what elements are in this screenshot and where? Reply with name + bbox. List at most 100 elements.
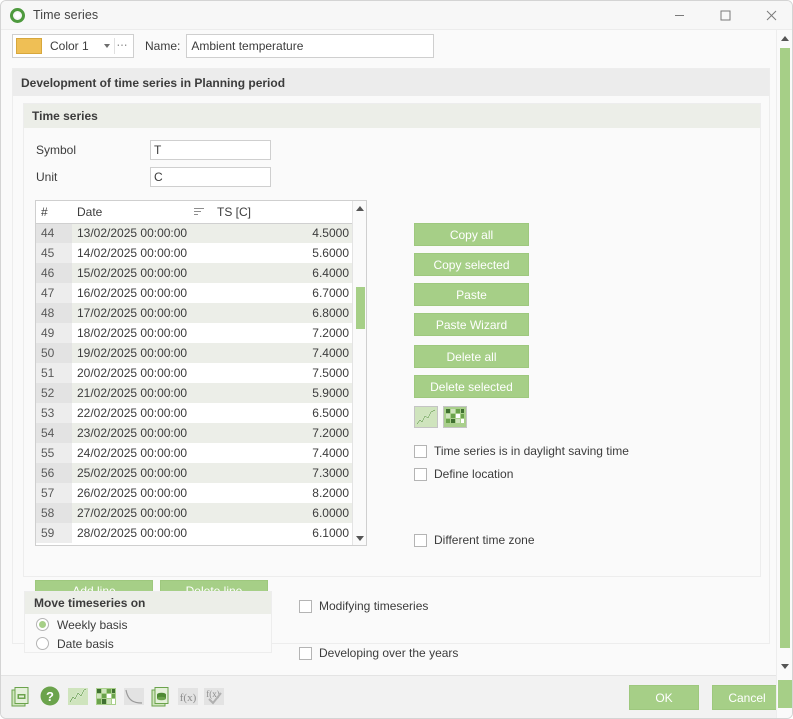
cell-value[interactable]: 7.2000 — [212, 323, 354, 343]
table-row[interactable]: 48 17/02/2025 00:00:00 6.8000 — [36, 303, 354, 323]
table-scrollbar-thumb[interactable] — [356, 287, 365, 329]
cell-value[interactable]: 7.4000 — [212, 343, 354, 363]
different-time-zone-checkbox[interactable] — [414, 533, 427, 547]
cell-date[interactable]: 25/02/2025 00:00:00 — [72, 463, 212, 483]
table-row[interactable]: 46 15/02/2025 00:00:00 6.4000 — [36, 263, 354, 283]
cell-value[interactable]: 7.4000 — [212, 443, 354, 463]
cell-date[interactable]: 19/02/2025 00:00:00 — [72, 343, 212, 363]
column-header-value[interactable]: TS [C] — [212, 201, 354, 224]
heatmap-icon[interactable] — [443, 406, 467, 428]
cancel-button[interactable]: Cancel — [712, 685, 782, 710]
line-chart-icon[interactable] — [67, 685, 89, 707]
timeseries-table-container[interactable]: # Date TS [C] 44 13/02/2025 00:00:00 4.500… — [35, 200, 367, 546]
timeseries-group-title: Time series — [24, 104, 760, 128]
weekly-basis-radio-row[interactable]: Weekly basis — [25, 616, 271, 633]
cell-value[interactable]: 5.9000 — [212, 383, 354, 403]
cell-date[interactable]: 27/02/2025 00:00:00 — [72, 503, 212, 523]
cell-value[interactable]: 6.1000 — [212, 523, 354, 543]
table-row[interactable]: 51 20/02/2025 00:00:00 7.5000 — [36, 363, 354, 383]
copy-all-button[interactable]: Copy all — [414, 223, 529, 246]
ok-button[interactable]: OK — [629, 685, 699, 710]
chevron-down-icon[interactable] — [104, 44, 110, 48]
timeseries-group: Time series Symbol Unit # Date — [23, 103, 761, 602]
symbol-input[interactable] — [150, 140, 271, 160]
different-time-zone-checkbox-row[interactable]: Different time zone — [414, 533, 535, 547]
table-row[interactable]: 45 14/02/2025 00:00:00 5.6000 — [36, 243, 354, 263]
maximize-button[interactable] — [702, 1, 748, 30]
cell-date[interactable]: 20/02/2025 00:00:00 — [72, 363, 212, 383]
cell-date[interactable]: 14/02/2025 00:00:00 — [72, 243, 212, 263]
cell-value[interactable]: 7.5000 — [212, 363, 354, 383]
minimize-button[interactable] — [656, 1, 702, 30]
line-chart-icon[interactable] — [414, 406, 438, 428]
more-options-icon[interactable]: ⋯ — [117, 40, 129, 52]
date-basis-radio-row[interactable]: Date basis — [25, 635, 271, 652]
main-scrollbar[interactable] — [776, 30, 792, 718]
table-row[interactable]: 50 19/02/2025 00:00:00 7.4000 — [36, 343, 354, 363]
scroll-down-arrow-icon[interactable] — [353, 531, 366, 545]
cell-date[interactable]: 26/02/2025 00:00:00 — [72, 483, 212, 503]
table-row[interactable]: 52 21/02/2025 00:00:00 5.9000 — [36, 383, 354, 403]
cell-date[interactable]: 18/02/2025 00:00:00 — [72, 323, 212, 343]
close-button[interactable] — [748, 1, 792, 30]
cell-value[interactable]: 6.5000 — [212, 403, 354, 423]
table-row[interactable]: 58 27/02/2025 00:00:00 6.0000 — [36, 503, 354, 523]
table-row[interactable]: 57 26/02/2025 00:00:00 8.2000 — [36, 483, 354, 503]
modifying-timeseries-checkbox-row[interactable]: Modifying timeseries — [299, 599, 428, 613]
cell-value[interactable]: 6.0000 — [212, 503, 354, 523]
column-header-index[interactable]: # — [36, 201, 72, 224]
cell-date[interactable]: 13/02/2025 00:00:00 — [72, 223, 212, 243]
cell-value[interactable]: 6.8000 — [212, 303, 354, 323]
cell-date[interactable]: 24/02/2025 00:00:00 — [72, 443, 212, 463]
define-location-checkbox-row[interactable]: Define location — [414, 467, 513, 481]
cell-date[interactable]: 28/02/2025 00:00:00 — [72, 523, 212, 543]
table-row[interactable]: 59 28/02/2025 00:00:00 6.1000 — [36, 523, 354, 543]
modifying-timeseries-checkbox[interactable] — [299, 599, 312, 613]
cell-value[interactable]: 5.6000 — [212, 243, 354, 263]
daylight-saving-checkbox-row[interactable]: Time series is in daylight saving time — [414, 444, 629, 458]
daylight-saving-checkbox[interactable] — [414, 444, 427, 458]
main-scroll-down-arrow-icon[interactable] — [777, 658, 792, 674]
cell-value[interactable]: 6.7000 — [212, 283, 354, 303]
paste-wizard-button[interactable]: Paste Wizard — [414, 313, 529, 336]
table-scrollbar[interactable] — [352, 201, 366, 545]
developing-over-years-checkbox-row[interactable]: Developing over the years — [299, 646, 458, 660]
paste-button[interactable]: Paste — [414, 283, 529, 306]
cell-date[interactable]: 21/02/2025 00:00:00 — [72, 383, 212, 403]
delete-selected-button[interactable]: Delete selected — [414, 375, 529, 398]
delete-all-button[interactable]: Delete all — [414, 345, 529, 368]
date-basis-radio[interactable] — [36, 637, 49, 650]
cell-value[interactable]: 8.2000 — [212, 483, 354, 503]
cell-date[interactable]: 17/02/2025 00:00:00 — [72, 303, 212, 323]
developing-over-years-checkbox[interactable] — [299, 646, 312, 660]
main-scroll-up-arrow-icon[interactable] — [777, 30, 792, 46]
scroll-up-arrow-icon[interactable] — [353, 201, 366, 215]
cell-value[interactable]: 6.4000 — [212, 263, 354, 283]
cell-value[interactable]: 7.3000 — [212, 463, 354, 483]
cell-date[interactable]: 15/02/2025 00:00:00 — [72, 263, 212, 283]
cell-value[interactable]: 4.5000 — [212, 223, 354, 243]
database-document-icon[interactable] — [151, 685, 173, 707]
table-row[interactable]: 56 25/02/2025 00:00:00 7.3000 — [36, 463, 354, 483]
column-header-date[interactable]: Date — [72, 201, 212, 224]
table-row[interactable]: 44 13/02/2025 00:00:00 4.5000 — [36, 223, 354, 243]
color-dropdown[interactable]: Color 1 ⋯ — [12, 34, 134, 58]
cell-value[interactable]: 7.2000 — [212, 423, 354, 443]
table-row[interactable]: 53 22/02/2025 00:00:00 6.5000 — [36, 403, 354, 423]
name-input[interactable] — [186, 34, 435, 58]
copy-selected-button[interactable]: Copy selected — [414, 253, 529, 276]
main-scrollbar-thumb[interactable] — [780, 48, 790, 648]
table-row[interactable]: 54 23/02/2025 00:00:00 7.2000 — [36, 423, 354, 443]
table-row[interactable]: 47 16/02/2025 00:00:00 6.7000 — [36, 283, 354, 303]
table-row[interactable]: 49 18/02/2025 00:00:00 7.2000 — [36, 323, 354, 343]
help-icon[interactable]: ? — [39, 685, 61, 707]
unit-input[interactable] — [150, 167, 271, 187]
cell-date[interactable]: 23/02/2025 00:00:00 — [72, 423, 212, 443]
heatmap-icon[interactable] — [95, 685, 117, 707]
copy-document-icon[interactable] — [11, 685, 33, 707]
cell-date[interactable]: 16/02/2025 00:00:00 — [72, 283, 212, 303]
cell-date[interactable]: 22/02/2025 00:00:00 — [72, 403, 212, 423]
define-location-checkbox[interactable] — [414, 467, 427, 481]
weekly-basis-radio[interactable] — [36, 618, 49, 631]
table-row[interactable]: 55 24/02/2025 00:00:00 7.4000 — [36, 443, 354, 463]
